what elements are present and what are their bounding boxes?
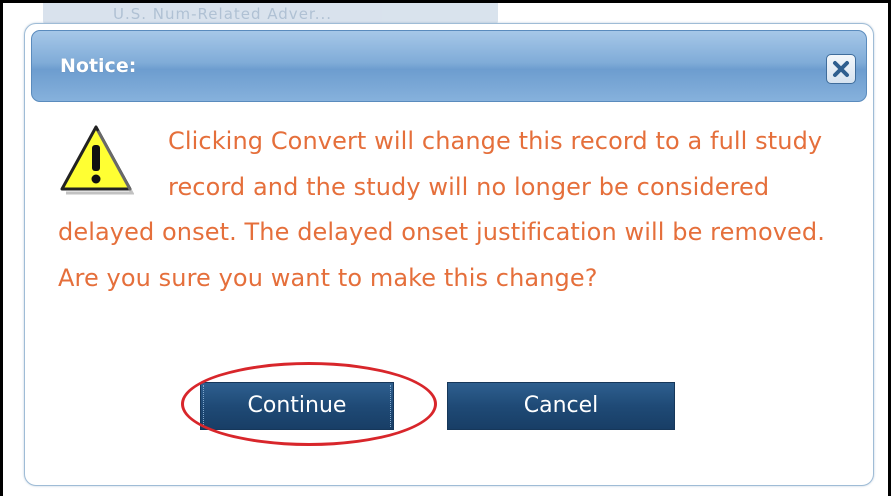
- dialog-title: Notice:: [60, 55, 137, 77]
- notice-dialog: Notice: Clicking Convert will change thi…: [24, 23, 874, 486]
- background-page-text: U.S. Num-Related Adver...: [113, 5, 333, 23]
- dialog-buttons: Continue Cancel: [25, 382, 873, 432]
- screen: U.S. Num-Related Adver... Notice: Clicki…: [0, 0, 891, 496]
- close-button[interactable]: [826, 54, 856, 84]
- background-page-strip: U.S. Num-Related Adver...: [43, 3, 498, 25]
- dialog-message: Clicking Convert will change this record…: [58, 127, 825, 292]
- continue-button[interactable]: Continue: [200, 382, 394, 430]
- dialog-content: Clicking Convert will change this record…: [58, 119, 848, 301]
- cancel-button[interactable]: Cancel: [447, 382, 675, 430]
- dialog-title-bar[interactable]: Notice:: [31, 30, 867, 102]
- close-icon: [833, 61, 849, 77]
- warning-icon: [60, 125, 134, 195]
